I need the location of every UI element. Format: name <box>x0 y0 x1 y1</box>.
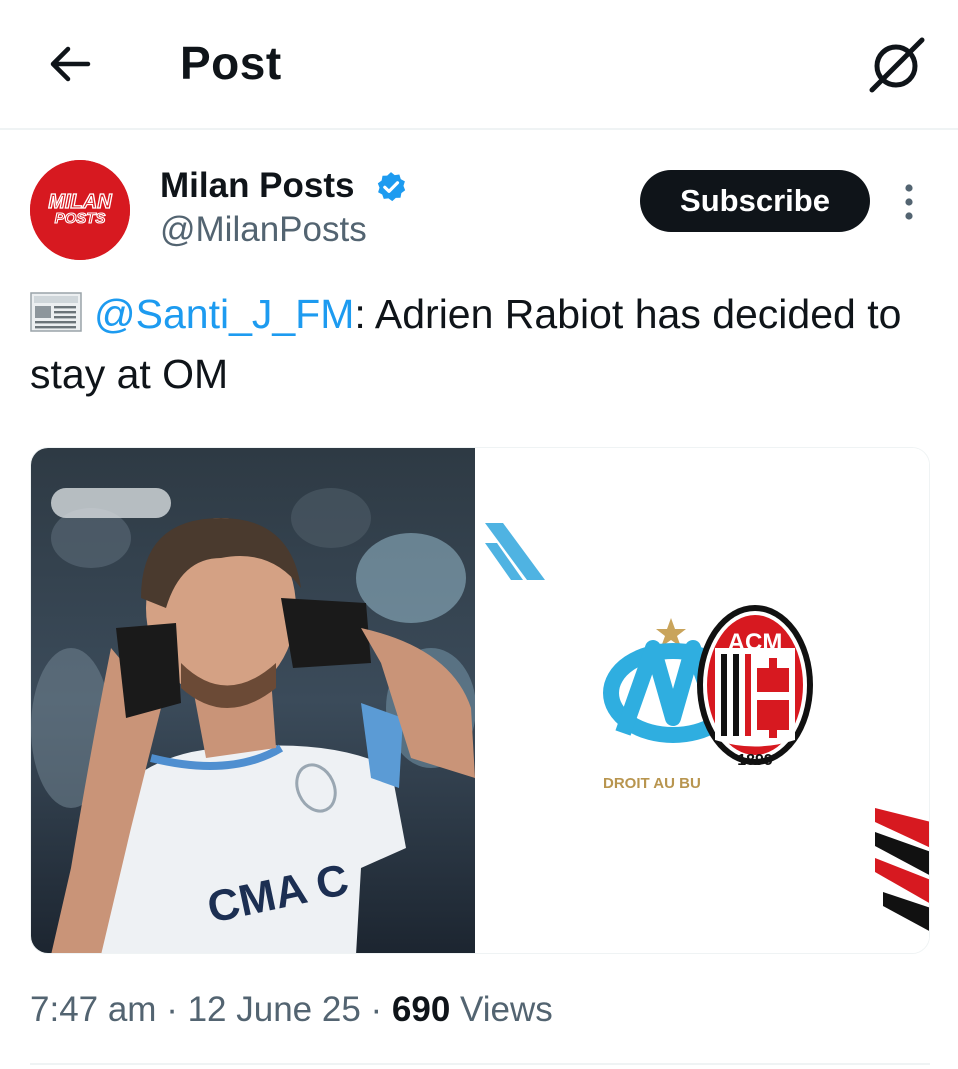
more-vertical-icon <box>905 184 913 220</box>
arrow-left-icon <box>50 46 91 82</box>
svg-text:POSTS: POSTS <box>55 210 106 227</box>
player-photo-image: CMA C <box>31 448 475 953</box>
tweet-time[interactable]: 7:47 am <box>30 990 156 1029</box>
avatar[interactable]: MILAN POSTS <box>30 160 130 260</box>
page-title: Post <box>180 37 282 89</box>
back-button[interactable] <box>44 38 96 90</box>
svg-text:ACM: ACM <box>728 629 783 656</box>
verified-badge-icon <box>377 172 406 202</box>
views-label: Views <box>460 990 553 1029</box>
club-logos-graphic[interactable]: DROIT AU BU ACM 1899 <box>483 448 929 953</box>
player-photo[interactable]: CMA C <box>31 448 475 953</box>
tweet-metadata: 7:47 am · 12 June 25 · 690 Views <box>30 990 553 1029</box>
author-display-name[interactable]: Milan Posts <box>160 166 354 206</box>
svg-text:1899: 1899 <box>737 752 773 769</box>
subscribe-button[interactable]: Subscribe <box>640 170 870 232</box>
newspaper-icon <box>30 292 82 332</box>
tweet-text: @Santi_J_FM: Adrien Rabiot has decided t… <box>30 284 930 404</box>
views-count: 690 <box>391 990 451 1029</box>
milan-posts-logo: MILAN POSTS <box>30 160 130 260</box>
grok-button[interactable] <box>866 34 928 96</box>
divider <box>30 1063 930 1065</box>
tweet-date[interactable]: 12 June 25 <box>188 990 361 1029</box>
tweet-media: CMA C DROIT AU BU ACM 1899 <box>30 447 930 954</box>
more-options-button[interactable] <box>896 180 922 224</box>
grok-icon <box>869 37 925 93</box>
mention-link[interactable]: @Santi_J_FM <box>94 291 354 337</box>
svg-text:DROIT AU BU: DROIT AU BU <box>603 775 701 792</box>
club-logos-image: DROIT AU BU ACM 1899 <box>483 448 929 953</box>
top-bar: Post <box>0 0 958 130</box>
author-handle[interactable]: @MilanPosts <box>160 210 367 250</box>
